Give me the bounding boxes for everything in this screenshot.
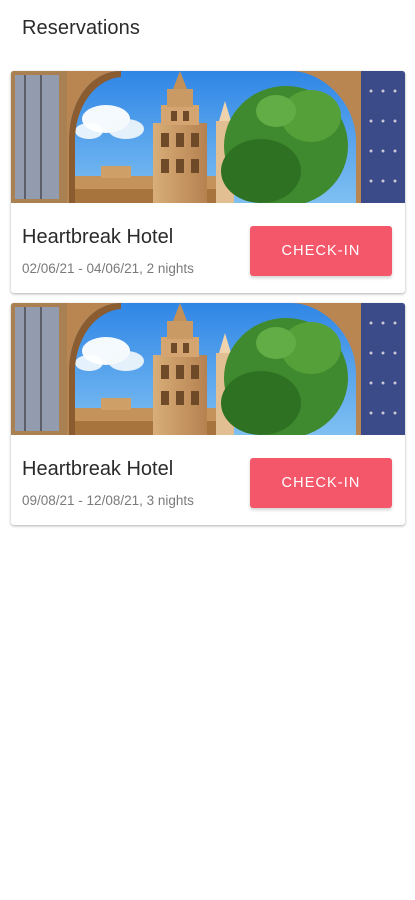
hotel-name: Heartbreak Hotel bbox=[22, 458, 174, 480]
reservation-card[interactable]: Heartbreak Hotel 09/08/21 - 12/08/21, 3 … bbox=[11, 303, 405, 525]
reservation-card[interactable]: Heartbreak Hotel 02/06/21 - 04/06/21, 2 … bbox=[11, 71, 405, 293]
reservation-details: Heartbreak Hotel 02/06/21 - 04/06/21, 2 … bbox=[11, 203, 405, 293]
check-in-button[interactable]: CHECK-IN bbox=[250, 226, 392, 276]
check-in-button[interactable]: CHECK-IN bbox=[250, 458, 392, 508]
stay-dates: 09/08/21 - 12/08/21, 3 nights bbox=[22, 493, 194, 508]
stay-dates: 02/06/21 - 04/06/21, 2 nights bbox=[22, 261, 194, 276]
reservation-list: Heartbreak Hotel 02/06/21 - 04/06/21, 2 … bbox=[11, 71, 405, 535]
hotel-photo bbox=[11, 71, 405, 203]
reservation-details: Heartbreak Hotel 09/08/21 - 12/08/21, 3 … bbox=[11, 435, 405, 525]
hotel-photo bbox=[11, 303, 405, 435]
page-title: Reservations bbox=[22, 17, 140, 39]
hotel-name: Heartbreak Hotel bbox=[22, 226, 174, 248]
